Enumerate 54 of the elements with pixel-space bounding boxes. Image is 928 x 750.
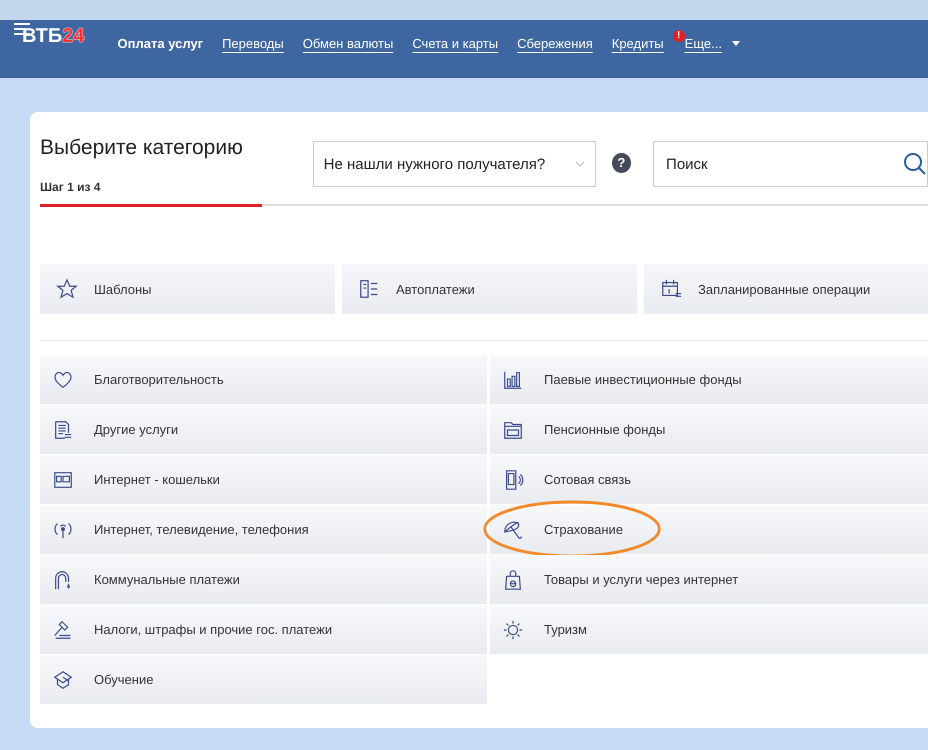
graduation-cap-icon bbox=[52, 668, 74, 690]
alert-badge: ! bbox=[672, 30, 685, 42]
quick-action-button[interactable]: Запланированные операции bbox=[644, 264, 928, 314]
document-icon bbox=[52, 418, 74, 440]
category-item[interactable]: Туризм bbox=[490, 605, 928, 655]
quick-action-label: Шаблоны bbox=[94, 282, 152, 296]
category-item[interactable]: Коммунальные платежи bbox=[40, 555, 487, 605]
category-item[interactable]: Интернет, телевидение, телефония bbox=[40, 505, 487, 555]
page-title: Выберите категорию bbox=[40, 136, 244, 160]
quick-action-button[interactable]: Шаблоны bbox=[40, 264, 335, 314]
category-label: Страхование bbox=[544, 522, 624, 537]
recipient-dropdown[interactable]: Не нашли нужного получателя? bbox=[312, 141, 596, 187]
category-item[interactable]: Обучение bbox=[40, 655, 487, 705]
category-label: Благотворительность bbox=[94, 372, 224, 387]
document-icon bbox=[358, 278, 380, 300]
category-label: Налоги, штрафы и прочие гос. платежи bbox=[94, 622, 332, 637]
category-item[interactable]: Пенсионные фонды bbox=[490, 405, 928, 455]
category-label: Коммунальные платежи bbox=[94, 572, 240, 587]
category-label: Интернет, телевидение, телефония bbox=[94, 522, 309, 537]
umbrella-icon bbox=[502, 518, 524, 540]
nav-link[interactable]: Счета и карты bbox=[412, 36, 498, 50]
category-label: Товары и услуги через интернет bbox=[544, 572, 738, 587]
nav-link[interactable]: Еще... bbox=[684, 36, 740, 50]
help-button[interactable]: ? bbox=[612, 153, 632, 173]
category-item[interactable]: Интернет - кошельки bbox=[40, 455, 487, 505]
category-item[interactable]: Сотовая связь bbox=[490, 455, 928, 505]
category-item[interactable]: Другие услуги bbox=[40, 405, 487, 455]
category-label: Другие услуги bbox=[94, 422, 178, 437]
chevron-down-icon bbox=[574, 161, 585, 167]
shopping-bag-icon bbox=[502, 568, 524, 590]
nav-link[interactable]: Оплата услуг bbox=[118, 36, 204, 50]
category-item[interactable]: Паевые инвестиционные фонды bbox=[490, 355, 928, 405]
search-icon bbox=[903, 152, 927, 176]
nav-link[interactable]: Кредиты bbox=[612, 36, 664, 50]
category-label: Интернет - кошельки bbox=[94, 472, 220, 487]
search-field[interactable]: Поиск bbox=[653, 141, 928, 187]
quick-action-label: Автоплатежи bbox=[396, 282, 475, 296]
quick-action-label: Запланированные операции bbox=[698, 282, 870, 296]
category-label: Пенсионные фонды bbox=[544, 422, 666, 437]
category-item[interactable]: Налоги, штрафы и прочие гос. платежи bbox=[40, 605, 487, 655]
category-label: Сотовая связь bbox=[544, 472, 632, 487]
category-label: Туризм bbox=[544, 622, 587, 637]
step-label: Шаг 1 из 4 bbox=[40, 180, 102, 194]
category-item[interactable]: Благотворительность bbox=[40, 355, 487, 405]
sun-icon bbox=[502, 618, 524, 640]
nav-link[interactable]: Сбережения bbox=[517, 36, 593, 50]
category-label: Обучение bbox=[94, 672, 154, 687]
category-item[interactable]: Товары и услуги через интернет bbox=[490, 555, 928, 605]
nav-link[interactable]: Переводы bbox=[222, 36, 284, 50]
nav-link[interactable]: Обмен валюты bbox=[302, 36, 394, 50]
star-icon bbox=[56, 278, 78, 300]
quick-action-button[interactable]: Автоплатежи bbox=[342, 264, 637, 314]
category-label: Паевые инвестиционные фонды bbox=[544, 372, 742, 387]
calendar-icon bbox=[660, 278, 682, 300]
